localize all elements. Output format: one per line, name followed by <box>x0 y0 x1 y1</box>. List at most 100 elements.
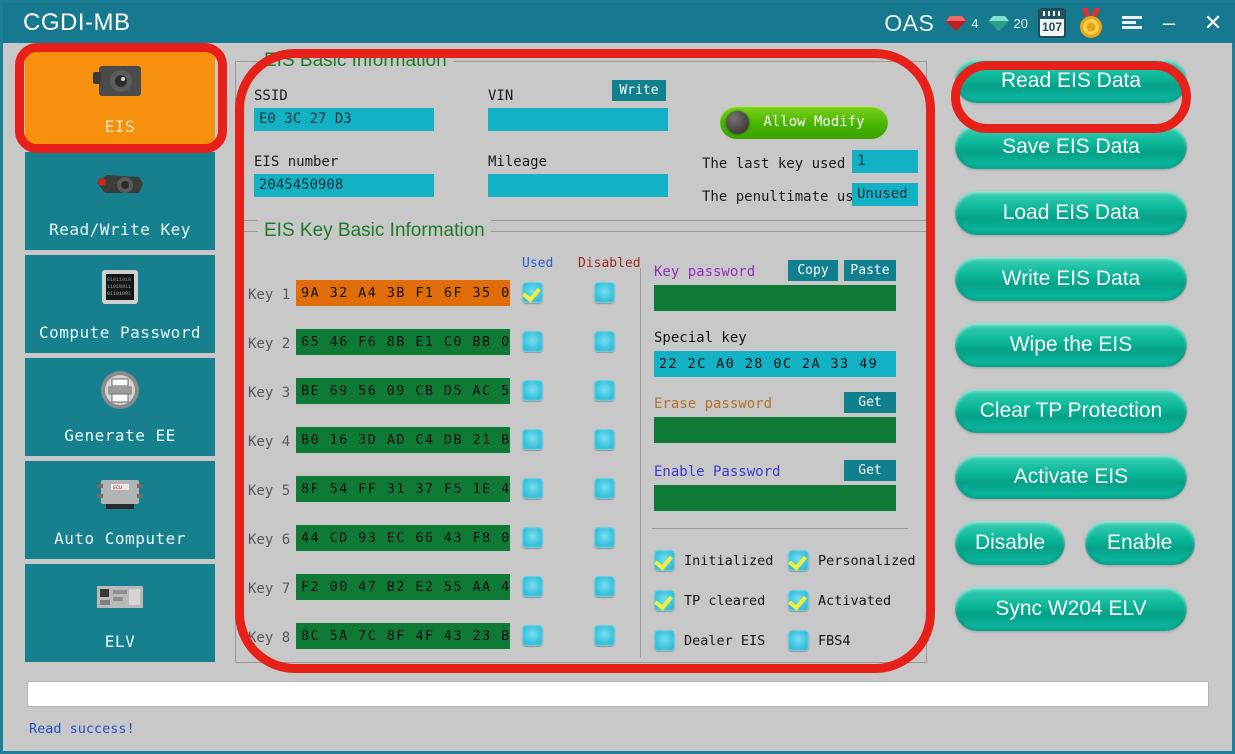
key-label: Key 7 <box>248 581 291 597</box>
disabled-column-header: Disabled <box>578 256 641 271</box>
key-password-value[interactable] <box>654 285 896 311</box>
allow-modify-toggle[interactable]: Allow Modify <box>720 106 888 139</box>
printer-round-icon <box>89 367 151 415</box>
key-used-checkbox[interactable] <box>522 576 543 597</box>
read-eis-data-button[interactable]: Read EIS Data <box>955 59 1187 103</box>
mileage-label: Mileage <box>488 154 548 170</box>
key-used-checkbox[interactable] <box>522 282 543 303</box>
get-enable-password-button[interactable]: Get <box>844 460 896 481</box>
get-erase-password-button[interactable]: Get <box>844 392 896 413</box>
dealer-eis-label: Dealer EIS <box>684 633 766 649</box>
enable-button[interactable]: Enable <box>1084 521 1195 565</box>
key-value: 9A 32 A4 3B F1 6F 35 06 <box>296 280 510 306</box>
sidebar-item-elv[interactable]: ELV <box>25 564 215 662</box>
penultimate-used-value: Unused <box>852 183 918 206</box>
action-button-column: Read EIS Data Save EIS Data Load EIS Dat… <box>955 59 1205 653</box>
paste-key-password-button[interactable]: Paste <box>844 260 896 281</box>
special-key-value[interactable]: 22 2C A0 28 0C 2A 33 49 <box>654 351 896 377</box>
key-used-checkbox[interactable] <box>522 429 543 450</box>
key-used-checkbox[interactable] <box>522 625 543 646</box>
fbs4-checkbox[interactable] <box>788 630 809 651</box>
menu-icon[interactable] <box>1122 15 1142 31</box>
activated-checkbox[interactable] <box>788 590 809 611</box>
panel-divider <box>640 268 641 658</box>
activated-label: Activated <box>818 593 892 609</box>
key-disabled-checkbox[interactable] <box>594 527 615 548</box>
sidebar-item-read-write-key[interactable]: Read/Write Key <box>25 152 215 250</box>
eis-number-label: EIS number <box>254 154 339 170</box>
load-eis-data-button[interactable]: Load EIS Data <box>955 191 1187 235</box>
minimize-button[interactable]: – <box>1152 3 1186 43</box>
sidebar-item-label: ELV <box>104 632 136 651</box>
initialized-label: Initialized <box>684 553 774 569</box>
disable-button[interactable]: Disable <box>955 521 1065 565</box>
sidebar-item-eis[interactable]: EIS <box>25 49 215 147</box>
key-used-checkbox[interactable] <box>522 331 543 352</box>
ecu-icon: ECU <box>89 470 151 518</box>
vin-input[interactable] <box>488 108 668 131</box>
svg-text:11010011: 11010011 <box>107 284 131 290</box>
key-used-checkbox[interactable] <box>522 478 543 499</box>
personalized-checkbox[interactable] <box>788 550 809 571</box>
key-value: 8F 54 FF 31 37 F5 1E 4C <box>296 476 510 502</box>
sidebar-item-label: Compute Password <box>38 323 202 342</box>
log-output-bar[interactable] <box>27 681 1209 707</box>
write-eis-data-button[interactable]: Write EIS Data <box>955 257 1187 301</box>
erase-password-value[interactable] <box>654 417 896 443</box>
green-gem-icon <box>988 14 1009 32</box>
key-disabled-checkbox[interactable] <box>594 380 615 401</box>
penultimate-used-label: The penultimate used <box>702 189 871 205</box>
key-disabled-checkbox[interactable] <box>594 331 615 352</box>
sidebar-item-compute-password[interactable]: 01011010 11010011 01101001 Compute Passw… <box>25 255 215 353</box>
key-used-checkbox[interactable] <box>522 527 543 548</box>
svg-text:01011010: 01011010 <box>107 277 131 283</box>
wipe-the-eis-button[interactable]: Wipe the EIS <box>955 323 1187 367</box>
tp-cleared-checkbox[interactable] <box>654 590 675 611</box>
medal-icon[interactable] <box>1076 7 1106 39</box>
sidebar-item-generate-ee[interactable]: Generate EE <box>25 358 215 456</box>
key-disabled-checkbox[interactable] <box>594 429 615 450</box>
eis-number-input[interactable]: 2045450908 <box>254 174 434 197</box>
dealer-eis-checkbox[interactable] <box>654 630 675 651</box>
clear-tp-protection-button[interactable]: Clear TP Protection <box>955 389 1187 433</box>
key-value: 65 46 F6 8B E1 C0 BB 07 <box>296 329 510 355</box>
key-label: Key 6 <box>248 532 291 548</box>
calendar-count: 107 <box>1041 20 1063 34</box>
special-key-label: Special key <box>654 330 747 346</box>
last-key-used-label: The last key used <box>702 156 846 172</box>
status-message: Read success! <box>29 721 135 737</box>
key-value: BE 69 56 09 CB D5 AC 5C <box>296 378 510 404</box>
calendar-icon[interactable]: 107 <box>1038 8 1066 38</box>
copy-key-password-button[interactable]: Copy <box>788 260 838 281</box>
eis-key-basic-information-title: EIS Key Basic Information <box>258 220 491 242</box>
close-button[interactable]: ✕ <box>1196 3 1230 43</box>
key-disabled-checkbox[interactable] <box>594 625 615 646</box>
application-window: CGDI-MB OAS 4 20 107 – ✕ EIS Read/Write … <box>0 0 1235 754</box>
app-title: CGDI-MB <box>23 9 131 36</box>
key-used-checkbox[interactable] <box>522 380 543 401</box>
key-label: Key 2 <box>248 336 291 352</box>
key-disabled-checkbox[interactable] <box>594 282 615 303</box>
ssid-input[interactable]: E0 3C 27 D3 <box>254 108 434 131</box>
sync-w204-elv-button[interactable]: Sync W204 ELV <box>955 587 1187 631</box>
save-eis-data-button[interactable]: Save EIS Data <box>955 125 1187 169</box>
green-gem-counter[interactable]: 20 <box>988 14 1028 32</box>
activate-eis-button[interactable]: Activate EIS <box>955 455 1187 499</box>
sidebar-item-auto-computer[interactable]: ECU Auto Computer <box>25 461 215 559</box>
enable-password-value[interactable] <box>654 485 896 511</box>
red-gem-counter[interactable]: 4 <box>946 14 979 32</box>
key-label: Key 5 <box>248 483 291 499</box>
eis-key-basic-information-group: EIS Key Basic Information Used Disabled … <box>235 220 927 663</box>
initialized-checkbox[interactable] <box>654 550 675 571</box>
eis-module-icon <box>89 58 151 106</box>
key-disabled-checkbox[interactable] <box>594 478 615 499</box>
key-value: F2 00 47 B2 E2 55 AA 4D <box>296 574 510 600</box>
red-gem-count: 4 <box>971 15 979 31</box>
mileage-input[interactable] <box>488 174 668 197</box>
write-vin-button[interactable]: Write <box>612 80 666 101</box>
key-disabled-checkbox[interactable] <box>594 576 615 597</box>
allow-modify-lamp-icon <box>726 111 749 134</box>
key-value: 44 CD 93 EC 66 43 F8 08 <box>296 525 510 551</box>
allow-modify-label: Allow Modify <box>763 114 865 130</box>
key-label: Key 4 <box>248 434 291 450</box>
